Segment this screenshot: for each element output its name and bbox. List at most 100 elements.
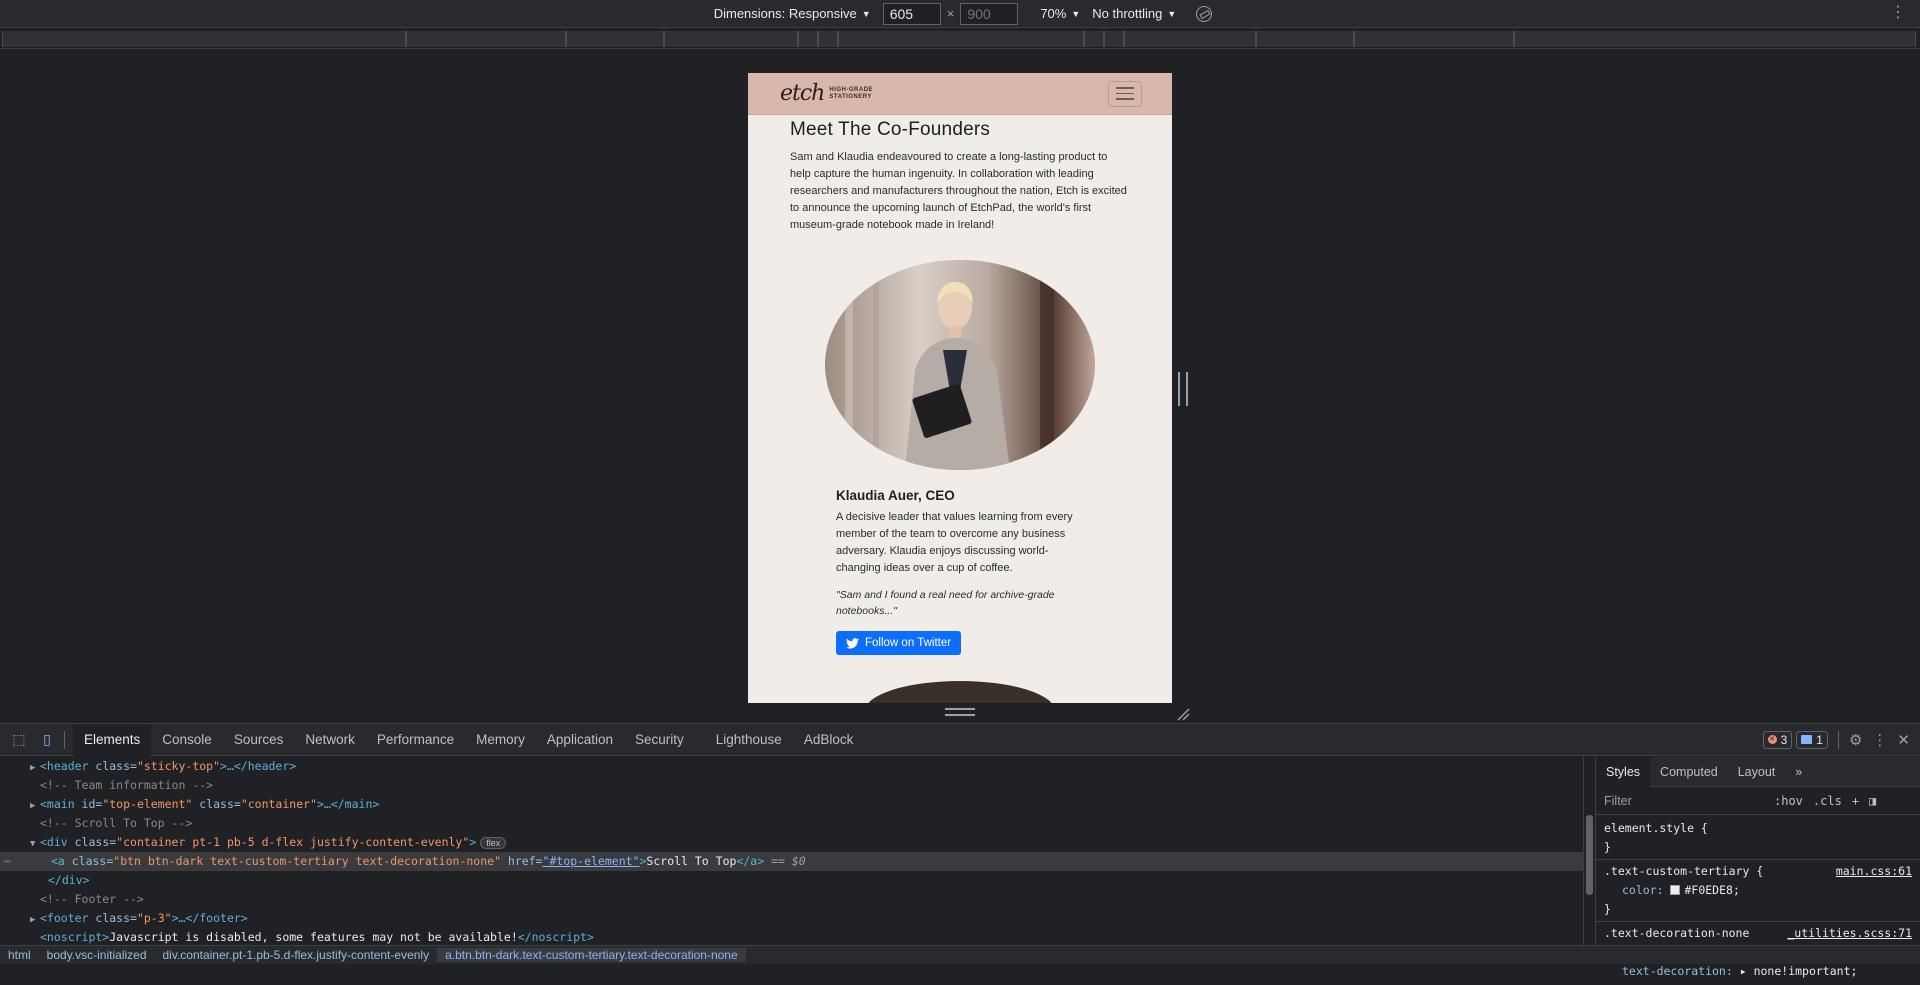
ruler-segment[interactable] — [406, 31, 566, 47]
hover-state-toggle[interactable]: :hov — [1774, 794, 1803, 808]
ruler-segment[interactable] — [1124, 31, 1256, 47]
source-link[interactable]: main.css:61 — [1836, 862, 1912, 881]
styles-filter-input[interactable] — [1604, 793, 1764, 808]
dom-node-selected-anchor[interactable]: ⋯ <a class="btn btn-dark text-custom-tert… — [0, 852, 1595, 871]
page-title: Meet The Co-Founders — [790, 119, 991, 140]
tab-elements[interactable]: Elements — [73, 723, 152, 756]
logo-tagline: HIGH-GRADE STATIONERY — [829, 86, 874, 100]
dom-comment[interactable]: <!-- Scroll To Top --> — [0, 814, 1595, 833]
height-input[interactable] — [960, 2, 1019, 25]
add-rule-icon[interactable]: + — [1852, 794, 1859, 808]
rule-divider — [1596, 921, 1920, 922]
rotate-icon[interactable] — [1196, 5, 1213, 22]
tab-performance[interactable]: Performance — [366, 724, 465, 756]
elements-scrollbar[interactable] — [1583, 757, 1595, 945]
resize-corner-icon[interactable] — [1176, 707, 1190, 721]
menu-toggle-button[interactable] — [1108, 80, 1142, 107]
more-tabs-icon[interactable]: » — [1785, 757, 1812, 787]
rule-close: } — [1604, 902, 1611, 916]
source-link[interactable]: _utilities.scss:71 — [1787, 924, 1912, 943]
rule-selector[interactable]: element.style { — [1604, 819, 1912, 838]
ruler-segment[interactable] — [1514, 31, 1916, 47]
tab-adblock[interactable]: AdBlock — [793, 724, 865, 756]
dom-comment[interactable]: <!-- Team information --> — [0, 776, 1595, 795]
dom-node-main[interactable]: ▶ <main id="top-element" class="container… — [0, 795, 1595, 814]
breadcrumb-item-active[interactable]: a.btn.btn-dark.text-custom-tertiary.text… — [437, 948, 746, 962]
ruler-segment[interactable] — [2, 31, 406, 47]
ruler-segment[interactable] — [1104, 31, 1124, 47]
media-query-ruler — [0, 29, 1920, 49]
logo-mark: etch — [780, 81, 825, 106]
ruler-segment[interactable] — [818, 31, 838, 47]
zoom-dropdown[interactable]: 70% ▼ — [1040, 6, 1080, 21]
dimensions-dropdown[interactable]: Dimensions: Responsive ▼ — [714, 6, 871, 21]
ruler-segment[interactable] — [566, 31, 664, 47]
inspect-element-icon[interactable]: ⬚ — [10, 731, 28, 749]
styles-filter-bar: :hov .cls + ◨ — [1596, 787, 1920, 815]
rule-selector[interactable]: .text-decoration-none — [1604, 926, 1749, 940]
tab-security[interactable]: Security — [624, 724, 695, 756]
css-property[interactable]: color: — [1622, 883, 1664, 897]
more-options-icon[interactable]: ⋮ — [1890, 4, 1906, 22]
error-icon: ✕ — [1767, 735, 1777, 744]
toolbar-divider — [64, 730, 65, 749]
tab-network[interactable]: Network — [294, 724, 366, 756]
ruler-segment[interactable] — [1256, 31, 1354, 47]
twitter-button-label: Follow on Twitter — [865, 637, 952, 649]
tab-console[interactable]: Console — [151, 724, 223, 756]
site-header: etch HIGH-GRADE STATIONERY — [748, 73, 1172, 115]
follow-twitter-button[interactable]: Follow on Twitter — [836, 631, 962, 655]
ruler-segment[interactable] — [1354, 31, 1514, 47]
message-icon — [1801, 735, 1813, 744]
width-input[interactable] — [882, 2, 941, 25]
tab-application[interactable]: Application — [536, 724, 624, 756]
ruler-segment[interactable] — [664, 31, 798, 47]
css-value[interactable]: #F0EDE8; — [1684, 883, 1739, 897]
flex-badge[interactable]: flex — [480, 837, 507, 849]
hamburger-line — [1116, 87, 1134, 89]
emulated-page: etch HIGH-GRADE STATIONERY Meet The Co-F… — [748, 73, 1172, 703]
device-toolbar-toggle-icon[interactable]: ▯ — [38, 731, 56, 749]
rule-selector[interactable]: .text-custom-tertiary { — [1604, 864, 1763, 878]
breadcrumb-item[interactable]: div.container.pt-1.pb-5.d-flex.justify-c… — [155, 948, 438, 962]
more-options-icon[interactable]: ⋮ — [1872, 731, 1887, 749]
tab-layout[interactable]: Layout — [1728, 757, 1786, 787]
message-count: 1 — [1816, 732, 1823, 747]
styles-tabbar: Styles Computed Layout » — [1596, 756, 1920, 787]
dom-node-noscript[interactable]: <noscript>Javascript is disabled, some f… — [0, 928, 1595, 945]
tab-styles[interactable]: Styles — [1596, 756, 1651, 787]
close-icon[interactable]: ✕ — [1897, 731, 1910, 749]
devtools-tabbar: ⬚ ▯ Elements Console Sources Network Per… — [0, 723, 1920, 756]
resize-handle-right[interactable] — [1178, 372, 1188, 406]
dimensions-label: Dimensions: Responsive — [713, 6, 857, 21]
dom-node-header[interactable]: ▶ <header class="sticky-top">…</header> — [0, 757, 1595, 776]
ruler-segment[interactable] — [838, 31, 1084, 47]
dom-node-footer[interactable]: ▶ <footer class="p-3">…</footer> — [0, 909, 1595, 928]
tab-lighthouse[interactable]: Lighthouse — [705, 724, 793, 756]
breadcrumb-item[interactable]: html — [0, 948, 39, 962]
css-property[interactable]: text-decoration: — [1622, 964, 1733, 978]
css-value[interactable]: ▸ none!important; — [1740, 964, 1858, 978]
tab-sources[interactable]: Sources — [223, 724, 295, 756]
resize-handle-bottom[interactable] — [945, 708, 975, 716]
color-swatch[interactable] — [1670, 885, 1681, 895]
tab-computed[interactable]: Computed — [1650, 757, 1728, 787]
throttling-dropdown[interactable]: No throttling ▼ — [1092, 6, 1176, 21]
dom-node-div-close[interactable]: </div> — [0, 871, 1595, 890]
toggle-sidebar-icon[interactable]: ◨ — [1869, 794, 1876, 808]
dom-node-div[interactable]: ▼ <div class="container pt-1 pb-5 d-flex … — [0, 833, 1595, 852]
class-toggle[interactable]: .cls — [1813, 794, 1842, 808]
site-logo[interactable]: etch HIGH-GRADE STATIONERY — [780, 81, 889, 106]
ruler-segment[interactable] — [798, 31, 818, 47]
scrollbar-thumb[interactable] — [1586, 815, 1593, 895]
message-count-badge[interactable]: 1 — [1796, 730, 1828, 749]
tab-memory[interactable]: Memory — [465, 724, 536, 756]
settings-gear-icon[interactable]: ⚙ — [1849, 731, 1862, 749]
href-link[interactable]: "#top-element" — [543, 854, 640, 868]
portrait-photo — [825, 260, 1095, 470]
ruler-segment[interactable] — [1084, 31, 1104, 47]
hamburger-line — [1116, 92, 1134, 95]
dom-comment[interactable]: <!-- Footer --> — [0, 890, 1595, 909]
breadcrumb-item[interactable]: body.vsc-initialized — [39, 948, 155, 962]
error-count-badge[interactable]: ✕ 3 — [1762, 730, 1793, 749]
